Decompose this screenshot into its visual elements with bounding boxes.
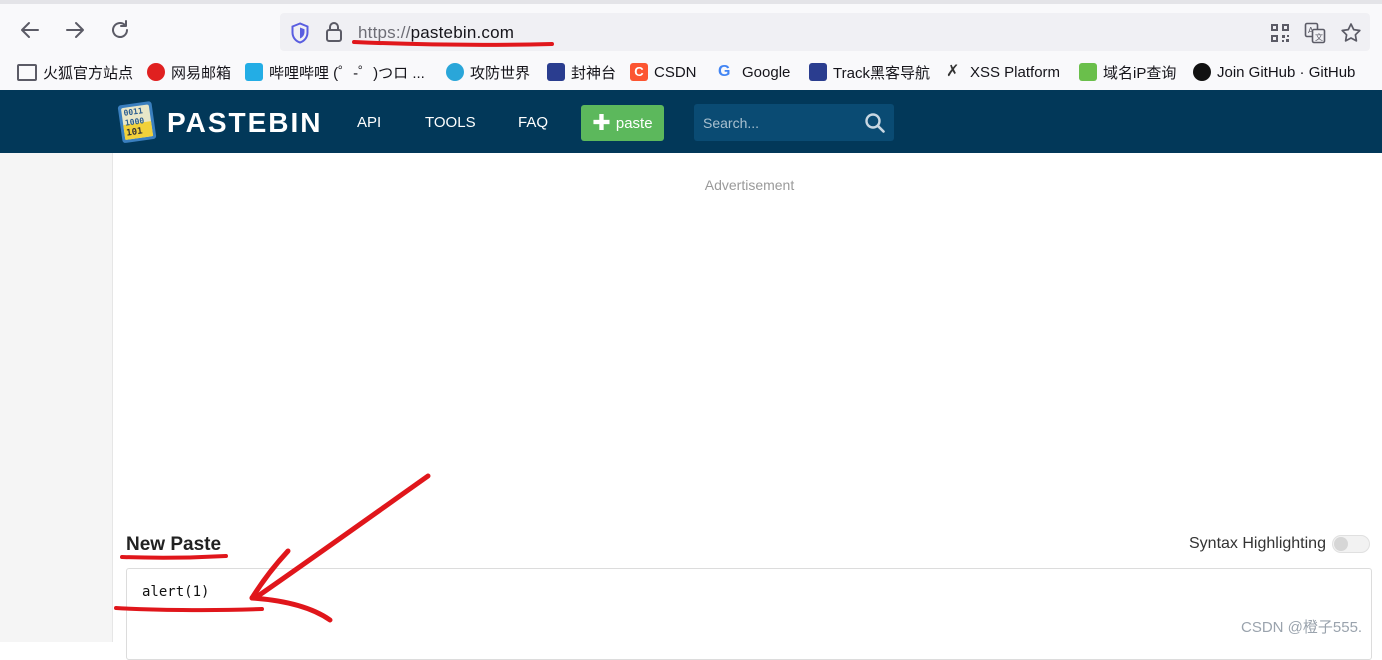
bookmark-item[interactable]: Track黑客导航 [809,62,930,82]
paste-textarea[interactable]: alert(1) [126,568,1372,660]
google-icon: G [718,63,731,80]
bookmark-label: CSDN [654,63,697,81]
site-header: 0011 1000 101 PASTEBIN API TOOLS FAQ ✚ p… [0,90,1382,153]
bookmark-item[interactable]: 封神台 [547,62,616,82]
pastebin-logo-icon[interactable]: 0011 1000 101 [115,99,161,150]
fengshentai-icon [547,63,565,81]
bookmark-item[interactable]: 域名iP查询 [1079,62,1176,82]
lock-icon[interactable] [324,21,344,48]
url-host: pastebin.com [410,23,515,42]
shield-icon[interactable] [290,22,310,49]
bookmark-item[interactable]: C CSDN [630,62,697,82]
nav-tools[interactable]: TOOLS [425,114,476,131]
nav-api[interactable]: API [357,114,381,131]
adworld-icon [446,63,464,81]
bookmark-item[interactable]: 哔哩哔哩 (゜-゜)つロ ... [245,62,425,82]
bookmark-label: Join GitHub · GitHub [1217,63,1356,81]
syntax-highlighting-label: Syntax Highlighting [1189,535,1326,552]
svg-text:文: 文 [1315,32,1323,42]
advertisement-label: Advertisement [704,177,795,193]
csdn-icon: C [630,63,648,81]
url-protocol: https:// [358,23,411,42]
bookmark-label: XSS Platform [970,63,1061,81]
toggle-knob [1334,537,1348,551]
syntax-highlighting-toggle[interactable] [1332,535,1370,553]
reload-icon[interactable] [108,18,132,42]
bookmark-label: 哔哩哔哩 (゜-゜)つロ ... [269,64,425,82]
bookmarks-bar: 火狐官方站点 网易邮箱 哔哩哔哩 (゜-゜)つロ ... 攻防世界 封神台 C CSDN G G… [0,54,1382,90]
search-placeholder: Search... [703,115,760,131]
bookmark-item[interactable]: Join GitHub · GitHub [1193,62,1355,82]
new-paste-button-label: paste [615,114,653,132]
url-text[interactable]: https://pastebin.com [358,23,514,43]
url-bar[interactable]: https://pastebin.com A文 [280,13,1370,51]
back-icon[interactable] [18,18,42,42]
qr-icon[interactable] [1269,22,1291,44]
github-icon [1193,63,1211,81]
bookmark-star-icon[interactable] [1340,22,1362,44]
csdn-watermark: CSDN @橙子555. [1241,619,1363,636]
netease-icon [147,63,165,81]
search-input[interactable]: Search... [694,104,894,141]
new-paste-title: New Paste [126,534,222,555]
forward-icon[interactable] [63,18,87,42]
bookmark-label: 火狐官方站点 [43,64,134,82]
bookmark-item[interactable]: 火狐官方站点 [17,62,133,82]
bookmark-label: 域名iP查询 [1103,64,1177,82]
bilibili-icon [245,63,263,81]
bookmark-item[interactable]: G Google [718,62,790,82]
xss-icon: ✗ [946,63,960,80]
left-sidebar-area [0,153,113,642]
translate-icon[interactable]: A文 [1304,22,1326,44]
track-icon [809,63,827,81]
plus-icon: ✚ [592,110,611,135]
bookmark-label: 攻防世界 [470,64,531,82]
bookmark-label: 网易邮箱 [171,64,232,82]
folder-icon [17,63,37,81]
nav-faq[interactable]: FAQ [518,114,548,131]
domain-ip-icon [1079,63,1097,81]
bookmark-item[interactable]: 攻防世界 [446,62,530,82]
pastebin-logo-text[interactable]: PASTEBIN [167,107,323,139]
svg-text:A: A [1308,26,1314,35]
browser-toolbar: https://pastebin.com A文 [0,4,1382,54]
bookmark-label: Google [742,63,791,81]
new-paste-button[interactable]: ✚ paste [581,105,664,141]
search-icon[interactable] [864,112,886,139]
paste-content: alert(1) [142,584,210,600]
bookmark-label: 封神台 [571,64,617,82]
title-underline-annotation [120,554,228,560]
bookmark-label: Track黑客导航 [833,64,930,82]
bookmark-item[interactable]: ✗ XSS Platform [946,62,1060,82]
bookmark-item[interactable]: 网易邮箱 [147,62,231,82]
